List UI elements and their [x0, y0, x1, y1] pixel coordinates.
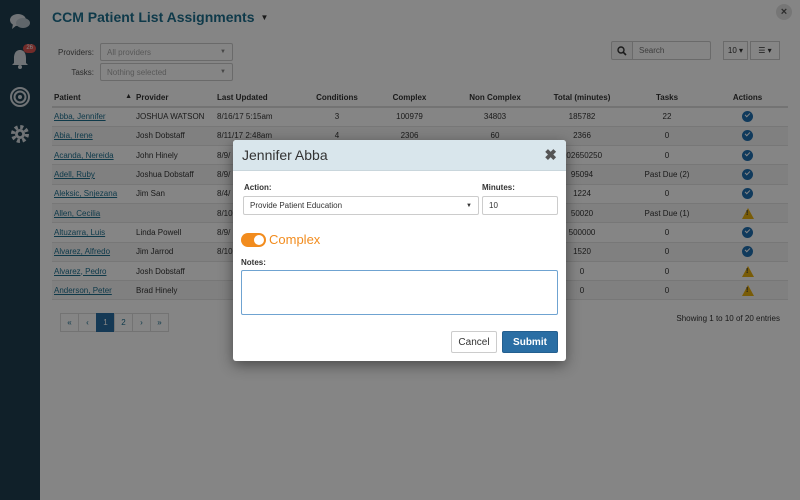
minutes-value: 10: [489, 201, 498, 210]
action-select[interactable]: Provide Patient Education ▼: [243, 196, 479, 215]
notes-label: Notes:: [241, 258, 266, 267]
cancel-button[interactable]: Cancel: [451, 331, 497, 353]
minutes-input[interactable]: 10: [482, 196, 558, 215]
complex-toggle[interactable]: [241, 233, 266, 247]
close-icon[interactable]: ✖: [544, 146, 557, 164]
caret-down-icon: ▼: [466, 202, 472, 209]
minutes-label: Minutes:: [482, 183, 515, 192]
action-select-value: Provide Patient Education: [250, 201, 343, 210]
modal-header: Jennifer Abba ✖: [233, 140, 566, 171]
action-label: Action:: [244, 183, 272, 192]
log-time-modal: Jennifer Abba ✖ Action: Provide Patient …: [233, 140, 566, 361]
modal-title: Jennifer Abba: [242, 147, 328, 163]
notes-textarea[interactable]: [241, 270, 558, 315]
submit-button[interactable]: Submit: [502, 331, 558, 353]
complex-toggle-label: Complex: [269, 232, 321, 247]
